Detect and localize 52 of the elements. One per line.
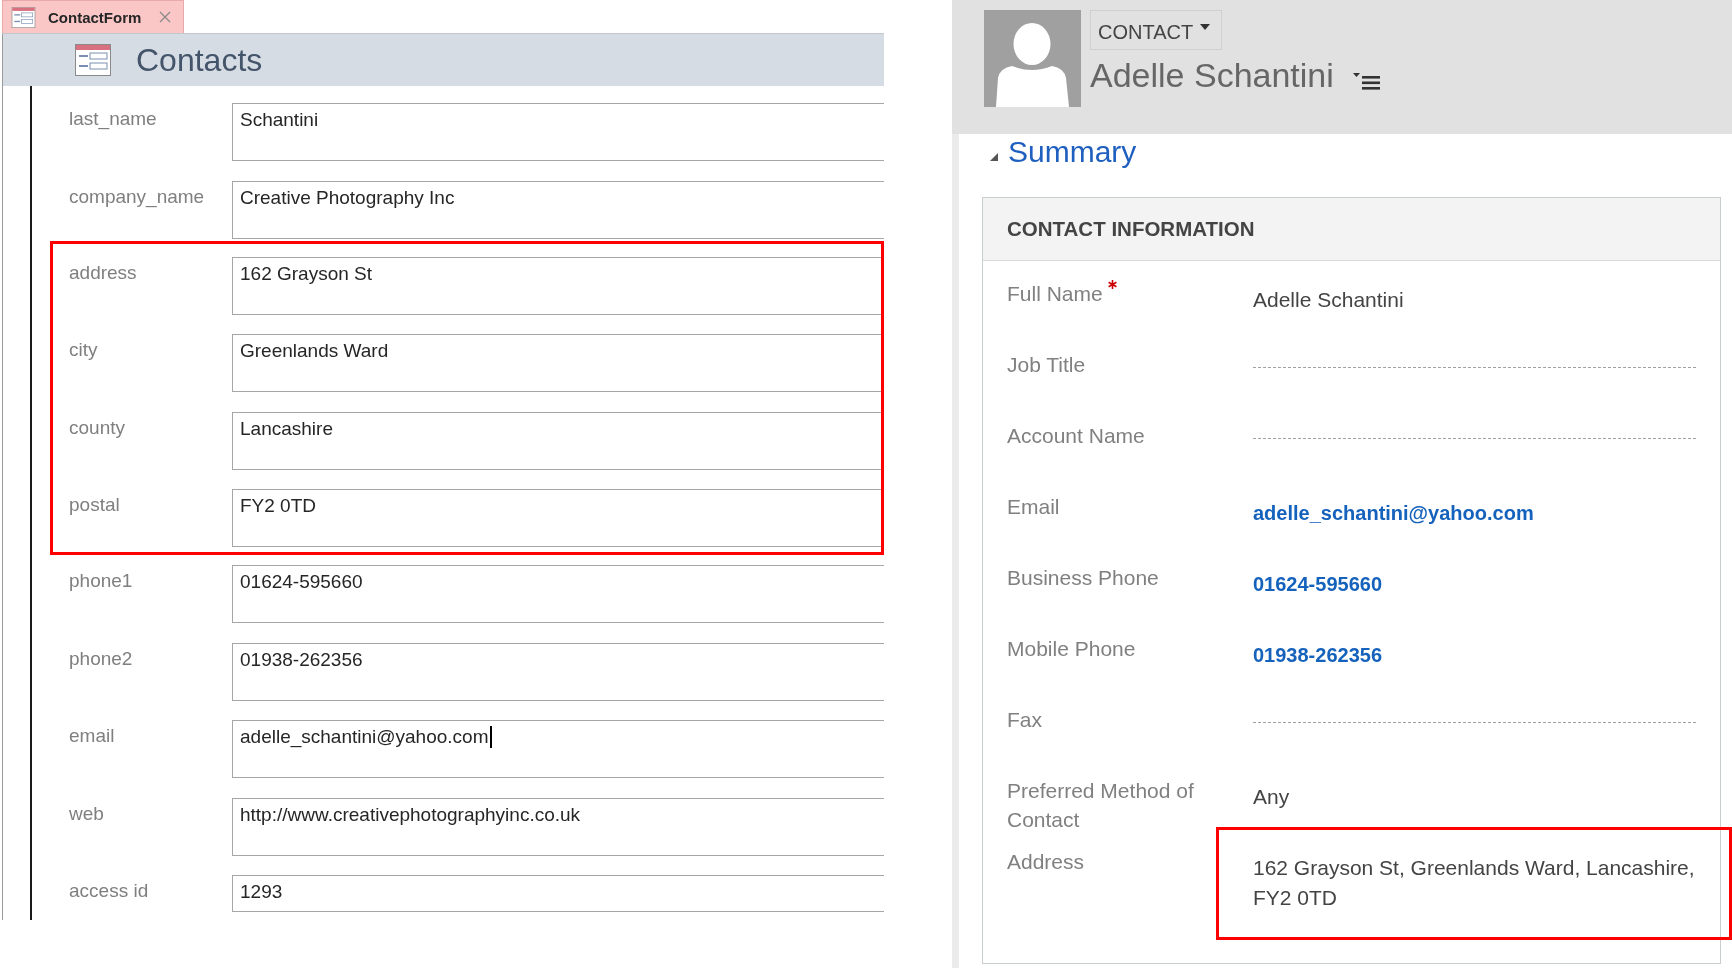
field-label: county [69,415,125,439]
empty-value-line[interactable] [1253,367,1696,368]
field-value: 162 Grayson St, Greenlands Ward, Lancashire, FY2 0TD [1253,855,1696,911]
field-label: address [69,260,137,284]
field-label: company_name [69,184,205,208]
text-field[interactable]: 1293 [232,875,884,912]
empty-value-line[interactable] [1253,438,1696,439]
field-label: Fax [1007,707,1042,733]
field-label: city [69,338,98,361]
field-label: Account Name [1007,423,1145,449]
caret-icon [1200,24,1211,30]
field-label: Job Title [1007,352,1086,378]
avatar-icon [984,10,1081,107]
field-label: Mobile Phone [1007,636,1136,662]
text-field[interactable]: 01624-595660 [232,565,884,623]
text-field[interactable]: FY2 0TD [232,489,881,547]
entity-type-button[interactable]: CONTACT [1090,10,1223,50]
field-label: last_name [69,107,157,130]
close-icon[interactable] [159,11,171,23]
text-field[interactable]: adelle_schantini@yahoo.com [232,720,884,778]
field-label: web [69,801,104,825]
field-label: access id [69,879,149,902]
field-label: Preferred Method of Contact [1007,778,1195,833]
field-label: Business Phone [1007,565,1159,591]
form-title: Contacts [136,41,263,79]
field-label: phone2 [69,646,133,670]
text-field[interactable]: Lancashire [232,411,881,470]
field-value: Any [1253,784,1290,810]
text-field[interactable]: 01938-262356 [232,642,884,701]
text-field[interactable]: Creative Photography Inc [232,180,884,239]
field-label: email [69,724,115,747]
value-link[interactable]: adelle_schantini@yahoo.com [1253,498,1534,528]
panel-header: CONTACT INFORMATION [983,198,1720,261]
form-icon [11,6,36,28]
field-label: phone1 [69,569,133,592]
empty-value-line[interactable] [1253,722,1696,723]
field-value: Adelle Schantini [1253,287,1404,313]
menu-icon[interactable] [1352,72,1380,90]
field-label: postal [69,493,120,516]
value-link[interactable]: 01938-262356 [1253,640,1382,670]
text-field[interactable]: http://www.creativephotographyinc.co.uk [232,797,884,856]
text-field[interactable]: 162 Grayson St [232,256,881,315]
form-icon [75,44,111,76]
value-link[interactable]: 01624-595660 [1253,569,1382,599]
field-label: Email [1007,494,1060,520]
text-field[interactable]: Schantini [232,103,884,161]
field-label: Address [1007,849,1085,875]
text-field[interactable]: Greenlands Ward [232,334,881,392]
section-title: Summary [1008,134,1137,170]
field-label: Full Name [1007,281,1103,307]
record-name: Adelle Schantini [1090,55,1334,96]
document-tab[interactable]: ContactForm [2,0,184,33]
